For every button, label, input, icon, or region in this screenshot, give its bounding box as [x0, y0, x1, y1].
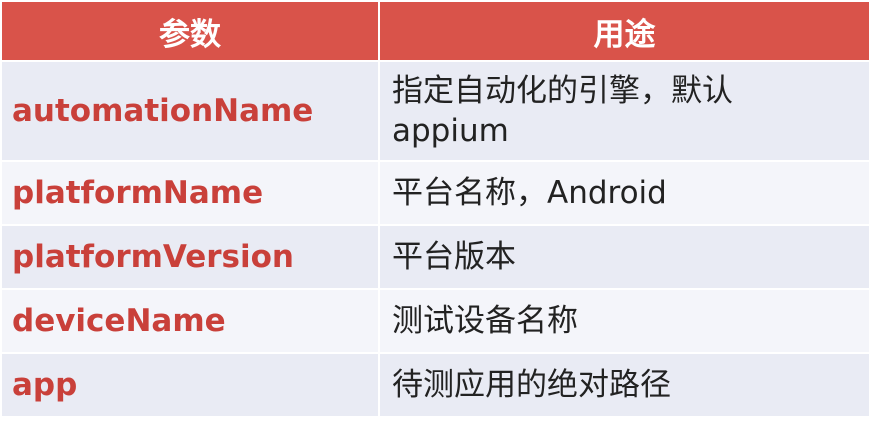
use-text: 待测应用的绝对路径: [392, 367, 671, 403]
use-text: 测试设备名称: [392, 303, 578, 339]
use-text: appium: [392, 113, 509, 149]
table-header: 参数 用途: [2, 2, 869, 60]
parameter-table: 参数 用途 automationName 指定自动化的引擎，默认 appium …: [0, 0, 869, 418]
use-text: 平台版本: [392, 239, 516, 275]
use-cell: 测试设备名称: [380, 290, 869, 352]
use-cell: 平台版本: [380, 226, 869, 288]
use-cell: 指定自动化的引擎，默认 appium: [380, 62, 869, 160]
use-text: 指定自动化的引擎，默认: [392, 73, 733, 109]
param-cell: platformVersion: [2, 226, 378, 288]
table-row: automationName 指定自动化的引擎，默认 appium: [2, 62, 869, 160]
param-cell: platformName: [2, 162, 378, 224]
table-row: deviceName 测试设备名称: [2, 290, 869, 352]
parameter-table-container: 参数 用途 automationName 指定自动化的引擎，默认 appium …: [0, 0, 869, 429]
param-cell: automationName: [2, 62, 378, 160]
table-row: app 待测应用的绝对路径: [2, 354, 869, 416]
table-row: platformName 平台名称，Android: [2, 162, 869, 224]
header-use: 用途: [380, 2, 869, 60]
param-cell: app: [2, 354, 378, 416]
param-cell: deviceName: [2, 290, 378, 352]
use-cell: 平台名称，Android: [380, 162, 869, 224]
use-cell: 待测应用的绝对路径: [380, 354, 869, 416]
table-row: platformVersion 平台版本: [2, 226, 869, 288]
table-body: automationName 指定自动化的引擎，默认 appium platfo…: [2, 62, 869, 416]
header-param: 参数: [2, 2, 378, 60]
use-text: 平台名称，Android: [392, 175, 667, 211]
header-row: 参数 用途: [2, 2, 869, 60]
